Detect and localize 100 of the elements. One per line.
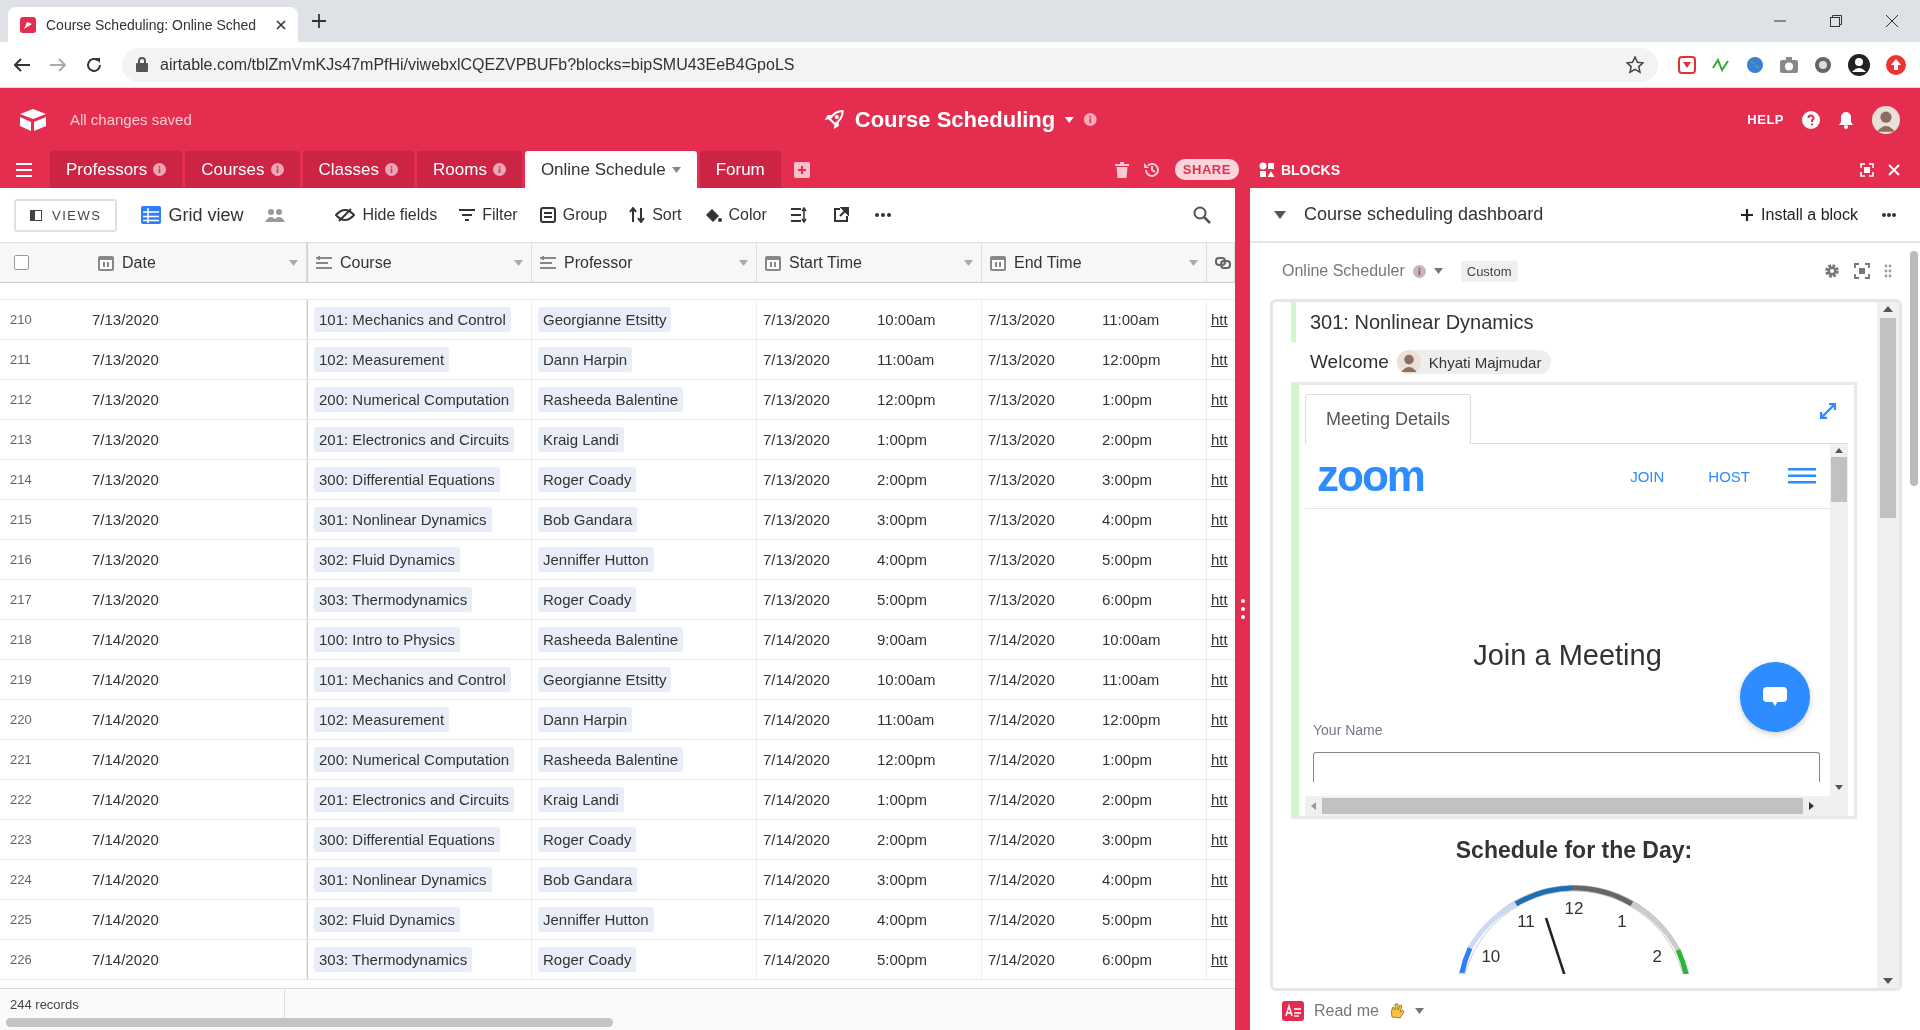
add-table-icon[interactable] [793,161,810,178]
install-block-button[interactable]: Install a block [1735,204,1864,225]
help-icon[interactable] [1802,110,1820,129]
name-field[interactable] [1313,752,1820,782]
scroll-up-icon[interactable] [1835,448,1843,453]
more-icon[interactable] [1882,212,1896,217]
avatar[interactable] [1396,350,1421,374]
link[interactable]: htt [1207,711,1228,728]
bell-icon[interactable] [1838,110,1854,129]
link[interactable]: htt [1207,951,1228,968]
address-bar[interactable]: airtable.com/tblZmVmKJs47mPfHi/viwebxlCQEZVPBUFb?blocks=bipSMU43EeB4GpoLS [122,47,1658,82]
scroll-down-icon[interactable] [1883,978,1893,984]
history-icon[interactable] [1142,160,1161,179]
new-tab-icon[interactable] [312,14,326,28]
caret-icon[interactable] [1065,116,1075,123]
link[interactable]: htt [1207,751,1228,768]
table-tab[interactable]: Rooms [417,151,522,188]
menu-icon[interactable] [16,162,32,177]
table-tab[interactable]: Classes [302,151,415,188]
chat-button[interactable] [1740,662,1810,732]
more-icon[interactable] [874,213,891,217]
link[interactable]: htt [1207,911,1228,928]
column-header[interactable]: Date [90,243,307,282]
scrollbar-thumb[interactable] [1831,457,1847,502]
block-name[interactable]: Online Scheduler [1282,262,1405,280]
shield-icon[interactable] [1678,55,1696,74]
link[interactable]: htt [1207,551,1228,568]
fullscreen-icon[interactable] [1854,263,1870,279]
toolbar-button[interactable]: Sort [621,200,690,230]
reload-icon[interactable] [86,56,102,73]
block-name[interactable]: Read me [1314,1002,1379,1020]
back-icon[interactable] [14,57,30,72]
select-all-checkbox[interactable] [14,255,29,270]
trash-icon[interactable] [1114,161,1129,178]
search-icon[interactable] [1193,206,1211,224]
link[interactable]: htt [1207,671,1228,688]
browser-tab[interactable]: Course Scheduling: Online Sched [8,7,298,42]
camera-icon[interactable] [1780,56,1798,73]
link[interactable]: htt [1207,311,1228,328]
meeting-details-tab[interactable]: Meeting Details [1305,394,1472,444]
column-header[interactable]: Start Time [757,243,982,282]
blocks-button[interactable]: BLOCKS [1252,160,1346,179]
base-name[interactable]: Course Scheduling [854,106,1056,133]
table-tab[interactable]: Forum [699,151,781,188]
column-header[interactable]: Professor [532,243,757,282]
close-icon[interactable] [276,19,286,30]
link[interactable]: htt [1207,351,1228,368]
drag-handle-icon[interactable] [1240,598,1245,620]
link[interactable]: htt [1207,431,1228,448]
profile-icon[interactable] [1848,53,1870,76]
toolbar-button[interactable]: Color [695,200,775,230]
table-tab[interactable]: Professors [50,151,183,188]
toolbar-button[interactable]: Filter [451,200,526,230]
gear-icon[interactable] [1824,263,1840,279]
link[interactable]: htt [1207,471,1228,488]
drag-handle-icon[interactable] [1884,264,1892,278]
table-tab[interactable]: Courses [185,151,300,188]
scrollbar-thumb[interactable] [1322,798,1803,814]
column-header[interactable]: End Time [982,243,1207,282]
expand-icon[interactable] [1820,403,1836,419]
link[interactable]: htt [1207,791,1228,808]
scrollbar-thumb[interactable] [1880,318,1896,518]
help-link[interactable]: HELP [1747,112,1784,127]
link[interactable]: htt [1207,391,1228,408]
avatar[interactable] [1872,105,1900,134]
link[interactable]: htt [1207,871,1228,888]
scroll-down-icon[interactable] [1835,785,1843,790]
maximize-icon[interactable] [1830,15,1842,27]
info-icon[interactable] [492,163,506,176]
link[interactable]: htt [1207,591,1228,608]
view-switcher[interactable]: Grid view [133,198,252,232]
link[interactable]: htt [1207,831,1228,848]
star-icon[interactable] [1626,55,1644,74]
info-icon[interactable] [1084,113,1098,126]
scroll-up-icon[interactable] [1883,306,1893,312]
scroll-left-icon[interactable] [1311,802,1316,810]
scrollbar-thumb[interactable] [1910,251,1918,486]
caret-icon[interactable] [1414,1008,1424,1014]
info-icon[interactable] [153,163,167,176]
circle-icon[interactable] [1814,55,1832,74]
info-icon[interactable] [385,163,399,176]
scrollbar[interactable] [6,1018,613,1027]
logo-icon[interactable] [20,108,46,131]
info-icon[interactable] [1412,264,1426,278]
table-tab[interactable]: Online Schedule [524,151,697,188]
link[interactable]: htt [1207,511,1228,528]
collapse-icon[interactable] [1274,210,1286,219]
caret-icon[interactable] [671,166,681,173]
toolbar-button[interactable]: Group [531,200,616,230]
link[interactable]: htt [1207,631,1228,648]
menu-icon[interactable] [1788,468,1816,484]
share-icon[interactable] [832,207,849,223]
column-header[interactable]: Course [307,243,532,282]
update-icon[interactable] [1886,54,1906,75]
caret-icon[interactable] [1433,268,1443,274]
toolbar-button[interactable]: Hide fields [327,200,446,230]
people-icon[interactable] [265,207,286,223]
globe-icon[interactable] [1746,55,1764,74]
close-icon[interactable] [1886,15,1898,27]
row-height-icon[interactable] [790,207,807,223]
